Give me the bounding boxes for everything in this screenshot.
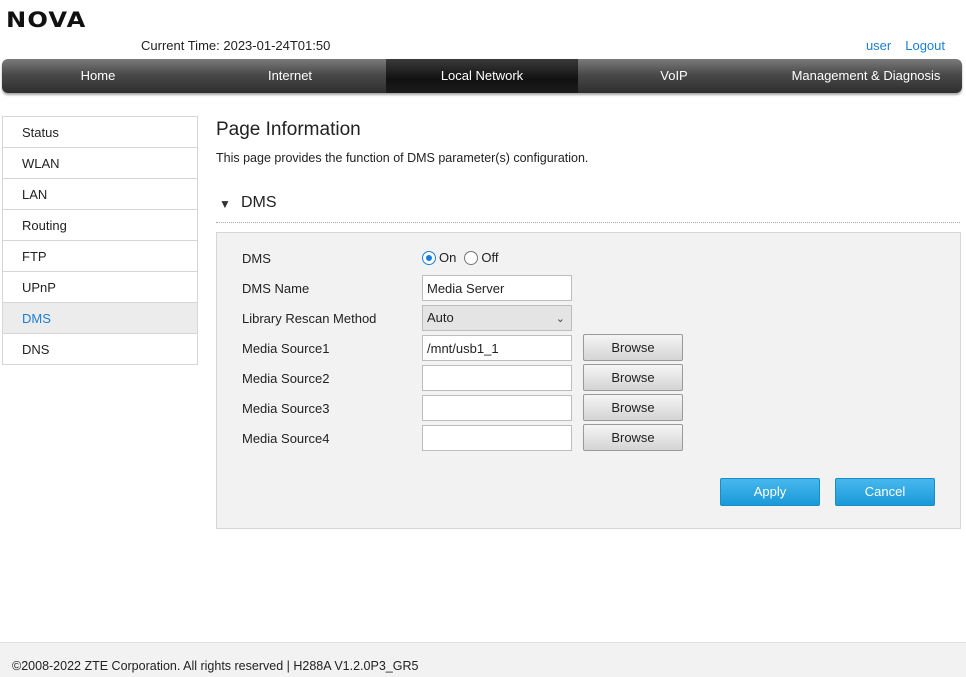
- section-title: DMS: [241, 194, 277, 211]
- dms-name-label: DMS Name: [242, 281, 310, 296]
- media-source3-input[interactable]: [422, 395, 572, 421]
- rescan-method-value: Auto: [427, 310, 454, 325]
- logout-link[interactable]: Logout: [905, 38, 945, 53]
- sidebar-item-lan[interactable]: LAN: [3, 179, 197, 210]
- rescan-method-label: Library Rescan Method: [242, 311, 377, 326]
- media-source1-input[interactable]: [422, 335, 572, 361]
- browse-button-3[interactable]: Browse: [583, 394, 683, 421]
- sidebar-item-dms[interactable]: DMS: [3, 303, 197, 334]
- tab-home[interactable]: Home: [2, 59, 194, 93]
- tab-management-diagnosis[interactable]: Management & Diagnosis: [770, 59, 962, 93]
- dms-name-input[interactable]: [422, 275, 572, 301]
- cancel-button[interactable]: Cancel: [835, 478, 935, 506]
- dms-off-label: Off: [481, 250, 499, 265]
- sidebar-item-upnp[interactable]: UPnP: [3, 272, 197, 303]
- triangle-down-icon: ▼: [219, 197, 231, 211]
- media-source4-input[interactable]: [422, 425, 572, 451]
- radio-checked-icon: [422, 250, 436, 265]
- page-description: This page provides the function of DMS p…: [216, 151, 589, 165]
- current-time: Current Time: 2023-01-24T01:50: [141, 38, 331, 53]
- dms-on-label: On: [439, 250, 457, 265]
- tab-local-network[interactable]: Local Network: [386, 59, 578, 93]
- dms-on-radio[interactable]: On: [422, 250, 456, 265]
- browse-button-1[interactable]: Browse: [583, 334, 683, 361]
- rescan-method-select[interactable]: Auto ⌄: [422, 305, 572, 331]
- page-title: Page Information: [216, 119, 361, 140]
- top-links: user Logout: [866, 38, 945, 53]
- sidebar-item-status[interactable]: Status: [3, 117, 197, 148]
- media-source2-label: Media Source2: [242, 371, 330, 386]
- radio-unchecked-icon: [464, 250, 479, 265]
- media-source3-label: Media Source3: [242, 401, 330, 416]
- sidebar: Status WLAN LAN Routing FTP UPnP DMS DNS: [2, 116, 198, 365]
- dms-label: DMS: [242, 251, 271, 266]
- footer-copyright: ©2008-2022 ZTE Corporation. All rights r…: [12, 659, 419, 673]
- dms-section-header[interactable]: ▼ DMS: [216, 193, 960, 223]
- apply-button[interactable]: Apply: [720, 478, 820, 506]
- media-source1-label: Media Source1: [242, 341, 330, 356]
- sidebar-item-wlan[interactable]: WLAN: [3, 148, 197, 179]
- user-link[interactable]: user: [866, 38, 891, 53]
- browse-button-2[interactable]: Browse: [583, 364, 683, 391]
- main-nav: Home Internet Local Network VoIP Managem…: [2, 59, 962, 93]
- nova-logo: NOVA: [6, 8, 87, 32]
- chevron-down-icon: ⌄: [555, 313, 565, 325]
- browse-button-4[interactable]: Browse: [583, 424, 683, 451]
- footer: ©2008-2022 ZTE Corporation. All rights r…: [0, 642, 966, 677]
- tab-internet[interactable]: Internet: [194, 59, 386, 93]
- dms-config-panel: DMS On Off DMS Name Library Rescan Metho…: [216, 232, 961, 529]
- tab-voip[interactable]: VoIP: [578, 59, 770, 93]
- sidebar-item-routing[interactable]: Routing: [3, 210, 197, 241]
- media-source4-label: Media Source4: [242, 431, 330, 446]
- dms-off-radio[interactable]: Off: [464, 250, 498, 265]
- sidebar-item-ftp[interactable]: FTP: [3, 241, 197, 272]
- sidebar-item-dns[interactable]: DNS: [3, 334, 197, 365]
- dms-radio-group: On Off: [422, 250, 506, 265]
- media-source2-input[interactable]: [422, 365, 572, 391]
